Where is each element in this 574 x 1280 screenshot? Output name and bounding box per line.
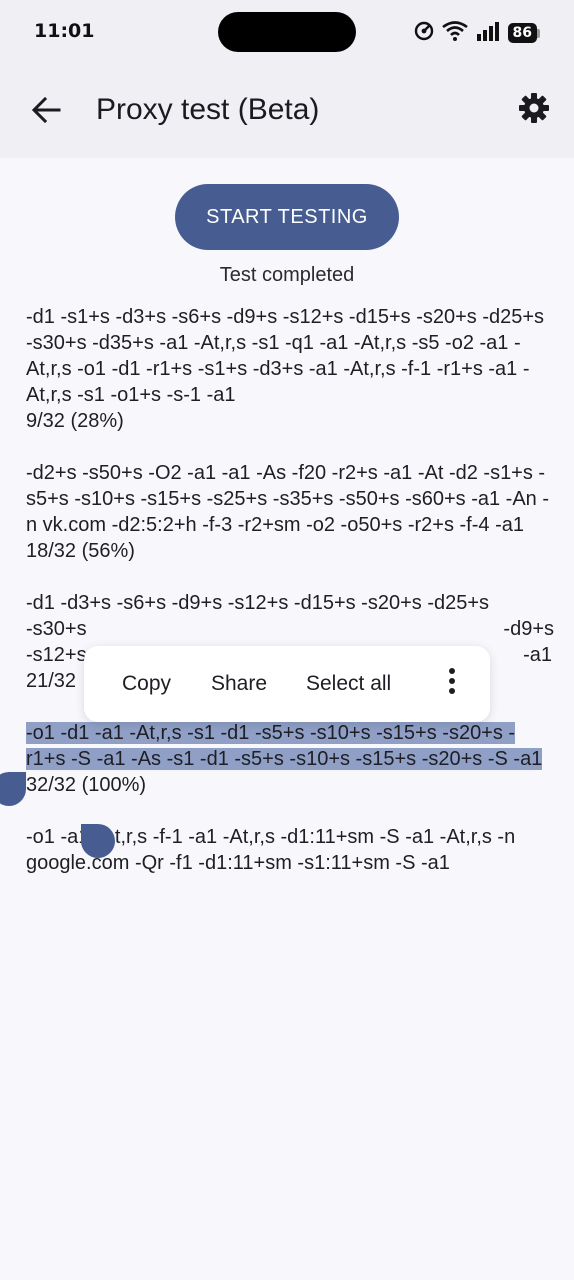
result-item: -d2+s -s50+s -O2 -a1 -a1 -As -f20 -r2+s …	[26, 460, 554, 564]
more-options-button[interactable]	[436, 668, 468, 700]
result-strategy-line: -s30+s -d9+s	[26, 616, 554, 642]
selection-handle-start[interactable]	[0, 772, 26, 806]
battery-tip	[537, 28, 540, 38]
test-status: Test completed	[219, 264, 355, 286]
wifi-icon	[441, 21, 468, 45]
result-item: -d1 -s1+s -d3+s -s6+s -d9+s -s12+s -d15+…	[26, 304, 554, 434]
app-bar: Proxy test (Beta)	[0, 66, 574, 158]
share-button[interactable]: Share	[211, 672, 267, 696]
result-strategy-fragment: -a1	[523, 644, 552, 666]
result-item: -o1 -d1 -a1 -At,r,s -s1 -d1 -s5+s -s10+s…	[26, 720, 554, 798]
result-score: 9/32 (28%)	[26, 410, 124, 432]
start-testing-button[interactable]: START TESTING	[175, 184, 399, 250]
result-strategy-fragment: -s30+s	[26, 618, 87, 640]
result-score: 18/32 (56%)	[26, 540, 135, 562]
result-strategy[interactable]: -d1 -s1+s -d3+s -s6+s -d9+s -s12+s -d15+…	[26, 304, 554, 408]
battery-level: 86	[507, 23, 537, 43]
signal-icon	[476, 21, 500, 45]
selection-handle-end[interactable]	[81, 824, 115, 858]
text-selection[interactable]: -o1 -d1 -a1 -At,r,s -s1 -d1 -s5+s -s10+s…	[26, 722, 543, 770]
page-title: Proxy test (Beta)	[96, 93, 320, 126]
back-button[interactable]	[24, 90, 68, 134]
result-strategy-fragment: -s12+s	[26, 644, 87, 666]
result-score: 32/32 (100%)	[26, 774, 147, 796]
text-selection-menu: Copy Share Select all	[84, 646, 490, 722]
data-saver-icon	[414, 21, 434, 45]
gear-icon	[518, 92, 550, 128]
status-time: 11:01	[34, 20, 95, 42]
more-vert-icon	[448, 667, 456, 701]
result-strategy[interactable]: -d2+s -s50+s -O2 -a1 -a1 -As -f20 -r2+s …	[26, 460, 554, 538]
copy-button[interactable]: Copy	[122, 672, 171, 696]
status-bar: 11:01 86	[0, 0, 574, 66]
result-strategy-fragment: -d9+s	[503, 618, 554, 640]
result-strategy[interactable]: -d1 -d3+s -s6+s -d9+s -s12+s -d15+s -s20…	[26, 590, 554, 616]
result-strategy-selected[interactable]: -o1 -d1 -a1 -At,r,s -s1 -d1 -s5+s -s10+s…	[26, 720, 554, 772]
status-icons: 86	[414, 20, 540, 46]
camera-cutout	[218, 12, 356, 52]
settings-button[interactable]	[512, 88, 556, 132]
select-all-button[interactable]: Select all	[306, 672, 391, 696]
battery-icon: 86	[507, 23, 540, 43]
arrow-back-icon	[31, 96, 61, 127]
results-list: -d1 -s1+s -d3+s -s6+s -d9+s -s12+s -d15+…	[26, 304, 554, 902]
